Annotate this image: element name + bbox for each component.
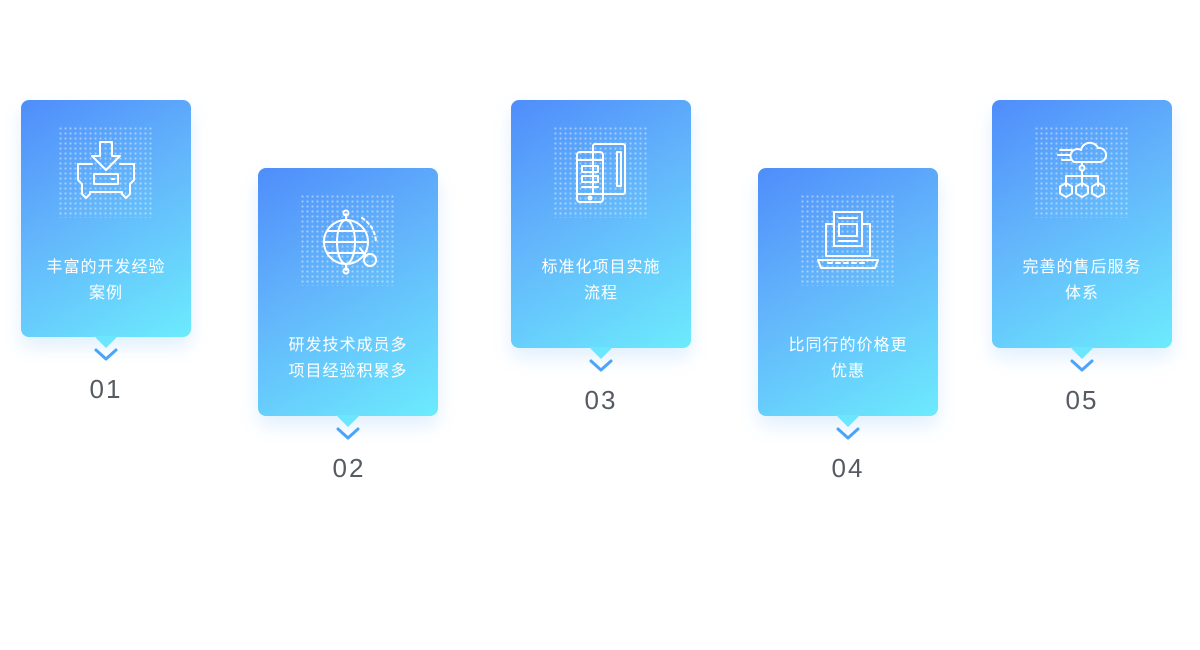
card-line-1: 研发技术成员多: [288, 335, 408, 354]
feature-card-5: 完善的售后服务 体系: [992, 100, 1172, 359]
chevron-down-icon: [836, 427, 860, 440]
globe-search-icon: [323, 209, 377, 275]
tablet-phone-icon: [576, 143, 626, 203]
icon-frame: [58, 126, 154, 218]
card-line-2: 优惠: [830, 361, 865, 380]
step-number-1: 01: [89, 374, 123, 404]
card-line-2: 体系: [1064, 283, 1099, 302]
step-number-3: 03: [584, 385, 618, 415]
icon-frame: [553, 126, 649, 218]
card-line-2: 项目经验积累多: [288, 361, 408, 380]
card-line-1: 比同行的价格更: [788, 335, 908, 354]
step-number-5: 05: [1065, 385, 1099, 415]
icon-frame: [1034, 126, 1130, 218]
feature-card-2: 研发技术成员多 项目经验积累多: [258, 168, 438, 427]
card-text: 标准化项目实施 流程: [523, 254, 679, 306]
download-device-icon: [77, 141, 135, 199]
step-number-4: 04: [831, 453, 865, 483]
chevron-down-icon: [336, 427, 360, 440]
card-text: 比同行的价格更 优惠: [770, 332, 926, 384]
card-text: 丰富的开发经验 案例: [33, 254, 179, 306]
feature-card-3: 标准化项目实施 流程: [511, 100, 691, 359]
card-line-1: 丰富的开发经验: [46, 257, 166, 276]
chevron-down-icon: [589, 359, 613, 372]
feature-card-1: 丰富的开发经验 案例: [21, 100, 191, 348]
step-number-2: 02: [332, 453, 366, 483]
cloud-network-icon: [1057, 141, 1108, 198]
chevron-down-icon: [94, 348, 118, 361]
card-line-1: 标准化项目实施: [541, 257, 661, 276]
icon-frame: [300, 194, 396, 286]
card-line-1: 完善的售后服务: [1022, 257, 1142, 276]
feature-card-4: 比同行的价格更 优惠: [758, 168, 938, 427]
card-line-2: 案例: [88, 283, 123, 302]
card-text: 完善的售后服务 体系: [1004, 254, 1160, 306]
chevron-down-icon: [1070, 359, 1094, 372]
card-line-2: 流程: [583, 283, 618, 302]
card-text: 研发技术成员多 项目经验积累多: [270, 332, 426, 384]
icon-frame: [800, 194, 896, 286]
laptop-document-icon: [817, 211, 879, 269]
